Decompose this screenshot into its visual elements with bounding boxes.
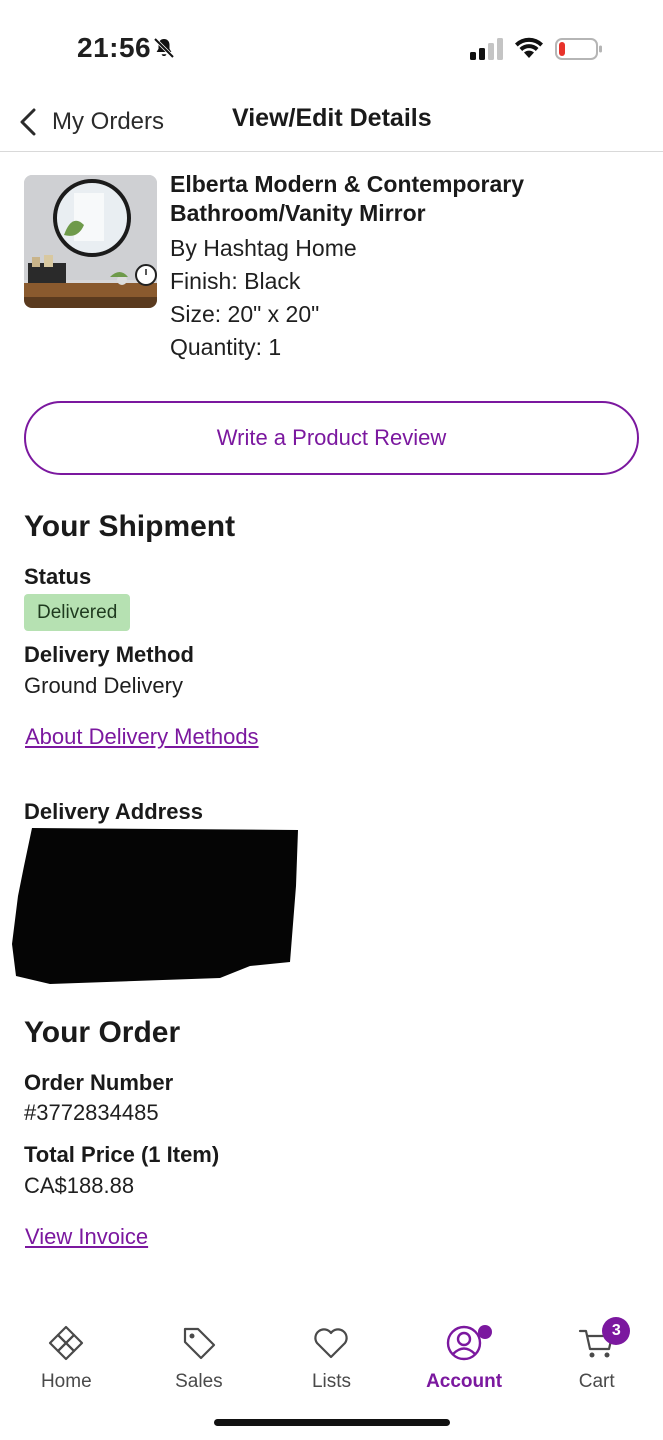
product-size: Size: 20" x 20" [170,301,320,327]
bottom-tab-bar: Home Sales Lists Account 3 Cart [0,1316,663,1406]
tab-sales-label: Sales [175,1371,223,1392]
battery-low-icon [555,38,602,60]
order-details-screen: 21:56 My Orders View/Edit Details Elbert… [0,0,663,1440]
tab-lists[interactable]: Lists [265,1316,398,1406]
bell-muted-icon [153,37,175,59]
nav-bar: My Orders View/Edit Details [0,96,663,152]
wifi-icon [515,37,543,58]
order-heading: Your Order [24,1016,181,1049]
redacted-address [12,828,298,984]
home-indicator [214,1419,450,1426]
product-brand: By Hashtag Home [170,235,357,261]
delivery-method-value: Ground Delivery [24,673,183,698]
product-info: Elberta Modern & Contemporary Bathroom/V… [170,170,639,364]
cart-count-badge: 3 [602,1317,631,1345]
product-finish: Finish: Black [170,268,301,294]
heart-icon [314,1328,349,1359]
tab-home-label: Home [40,1371,92,1392]
about-delivery-methods-link[interactable]: About Delivery Methods [25,724,259,750]
tab-cart[interactable]: 3 Cart [530,1316,663,1406]
product-quantity: Quantity: 1 [170,334,282,360]
home-icon [49,1325,84,1361]
tab-account[interactable]: Account [398,1316,531,1406]
total-price-label: Total Price (1 Item) [24,1142,220,1167]
status-time: 21:56 [77,32,152,63]
tab-account-label: Account [426,1371,503,1392]
tab-home[interactable]: Home [0,1316,133,1406]
order-number-value: #3772834485 [24,1100,159,1125]
tab-lists-label: Lists [311,1371,352,1392]
tab-cart-label: Cart [578,1371,615,1392]
view-invoice-link[interactable]: View Invoice [25,1224,148,1250]
delivery-address-label: Delivery Address [24,799,203,824]
account-notification-dot [477,1325,492,1339]
product-image[interactable] [24,175,157,308]
status-badge: Delivered [24,594,131,631]
product-name[interactable]: Elberta Modern & Contemporary Bathroom/V… [170,170,639,228]
chevron-left-icon [20,108,36,136]
product-summary: Elberta Modern & Contemporary Bathroom/V… [24,170,639,370]
back-button-label: My Orders [52,108,165,135]
cellular-signal-icon [470,38,503,60]
page-title: View/Edit Details [232,104,432,132]
tag-icon [183,1327,215,1360]
status-label: Status [24,564,92,589]
order-number-label: Order Number [24,1070,174,1095]
back-button[interactable]: My Orders [16,100,164,144]
delivery-method-label: Delivery Method [24,642,194,667]
tab-sales[interactable]: Sales [133,1316,266,1406]
total-price-value: CA$188.88 [24,1173,135,1198]
write-review-button[interactable]: Write a Product Review [24,401,639,475]
shipment-heading: Your Shipment [24,510,236,543]
status-bar: 21:56 [0,0,663,96]
